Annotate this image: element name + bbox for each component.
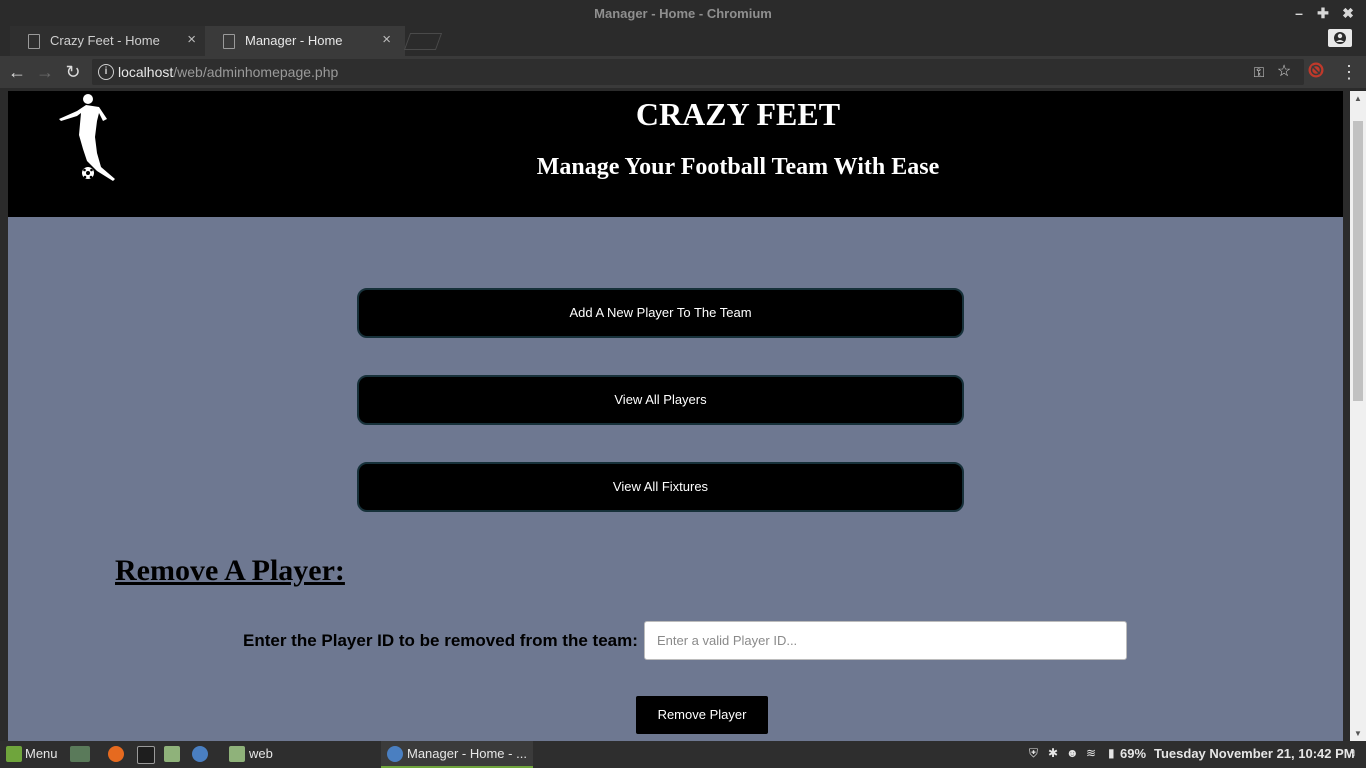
close-window-icon[interactable]: ✖ [1339, 4, 1357, 22]
tab-label: Manager - Home [245, 33, 343, 48]
page-icon [223, 34, 235, 49]
wifi-icon[interactable]: ≋ [1086, 746, 1096, 760]
folder-icon [229, 746, 245, 762]
view-fixtures-button[interactable]: View All Fixtures [357, 462, 964, 512]
bluetooth-icon[interactable]: ✱ [1048, 746, 1058, 760]
extension-icon[interactable] [1305, 61, 1327, 83]
battery-icon[interactable]: ▮ [1108, 746, 1115, 760]
menu-label[interactable]: Menu [25, 746, 58, 761]
close-tab-icon[interactable]: × [187, 31, 196, 48]
files-icon[interactable] [164, 746, 180, 762]
site-tagline: Manage Your Football Team With Ease [536, 154, 940, 180]
forward-icon[interactable]: → [34, 61, 56, 83]
maximize-icon[interactable]: ✚ [1314, 4, 1332, 22]
chromium-icon [387, 746, 403, 762]
tab-crazy-feet-home[interactable]: Crazy Feet - Home × [10, 26, 210, 56]
shield-icon[interactable]: ⛨ [1029, 746, 1038, 761]
tab-strip: Crazy Feet - Home × Manager - Home × [0, 26, 1366, 56]
active-window-button[interactable]: Manager - Home - ... [381, 741, 533, 768]
tab-label: Crazy Feet - Home [50, 33, 160, 48]
tab-manager-home[interactable]: Manager - Home × [205, 26, 405, 56]
folder-window-label[interactable]: web [249, 746, 273, 761]
user-icon[interactable]: ☻ [1066, 746, 1079, 760]
player-id-label: Enter the Player ID to be removed from t… [243, 631, 638, 650]
scroll-up-icon[interactable]: ▲ [1354, 94, 1362, 103]
window-title: Manager - Home - Chromium [594, 6, 772, 21]
remove-player-heading: Remove A Player: [115, 554, 345, 587]
clock[interactable]: Tuesday November 21, 10:42 PM [1154, 746, 1355, 761]
info-icon[interactable]: i [98, 64, 114, 80]
star-icon[interactable]: ☆ [1273, 61, 1295, 83]
address-bar[interactable]: i localhost/web/adminhomepage.php ⚿ ☆ [92, 59, 1304, 85]
chromium-icon[interactable] [192, 746, 208, 762]
site-header: CRAZY FEET Manage Your Football Team Wit… [8, 91, 1343, 217]
browser-toolbar: ← → ↻ i localhost/web/adminhomepage.php … [0, 56, 1366, 88]
new-tab-button[interactable] [403, 33, 443, 50]
terminal-icon[interactable] [137, 746, 155, 764]
site-title: CRAZY FEET [635, 96, 841, 132]
menu-dots-icon[interactable]: ⋮ [1338, 61, 1360, 83]
scroll-down-icon[interactable]: ▼ [1354, 729, 1362, 738]
page-scrollbar[interactable]: ▲ ▼ [1350, 91, 1366, 741]
add-player-button[interactable]: Add A New Player To The Team [357, 288, 964, 338]
remove-player-button[interactable]: Remove Player [636, 696, 768, 734]
close-tab-icon[interactable]: × [382, 31, 391, 48]
view-players-button[interactable]: View All Players [357, 375, 964, 425]
show-desktop-icon[interactable] [70, 746, 90, 762]
battery-percent: 69% [1120, 746, 1147, 761]
player-id-input[interactable] [644, 621, 1127, 660]
minimize-icon[interactable]: – [1290, 4, 1308, 22]
back-icon[interactable]: ← [6, 61, 28, 83]
volume-icon[interactable]: ♬ [1347, 746, 1359, 760]
system-taskbar: Menu web Manager - Home - ... ⛨ ✱ ☻ ≋ ▮ … [0, 741, 1366, 768]
url-path: /web/adminhomepage.php [173, 64, 339, 80]
window-titlebar: Manager - Home - Chromium – ✚ ✖ [0, 0, 1366, 26]
profile-icon[interactable] [1328, 29, 1352, 47]
reload-icon[interactable]: ↻ [62, 61, 84, 83]
scroll-thumb[interactable] [1353, 121, 1363, 401]
page-icon [28, 34, 40, 49]
url-host: localhost [118, 64, 174, 80]
url-text[interactable]: localhost/web/adminhomepage.php [118, 64, 338, 80]
key-icon[interactable]: ⚿ [1248, 61, 1270, 83]
active-window-label: Manager - Home - ... [407, 746, 527, 761]
firefox-icon[interactable] [108, 746, 124, 762]
mint-menu-icon[interactable] [6, 746, 22, 762]
page-viewport: CRAZY FEET Manage Your Football Team Wit… [8, 91, 1343, 741]
